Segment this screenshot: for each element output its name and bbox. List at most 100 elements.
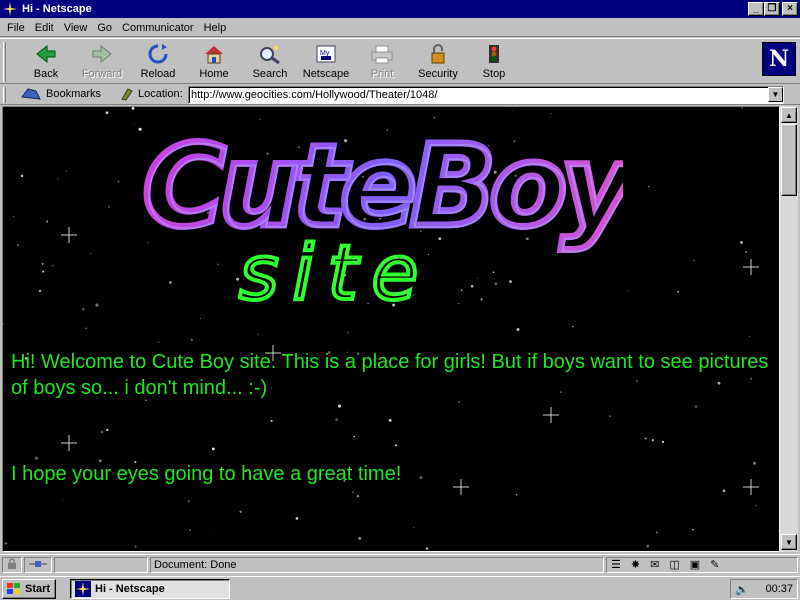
star (749, 336, 750, 337)
star (609, 415, 610, 416)
progress-indicator (54, 557, 148, 573)
star (756, 505, 757, 506)
netscape-logo-throbber[interactable]: N (762, 42, 796, 76)
search-button[interactable]: Search (242, 43, 298, 81)
location-url-field[interactable]: http://www.geocities.com/Hollywood/Theat… (188, 86, 784, 104)
star (745, 251, 747, 253)
svg-text:site: site (239, 228, 432, 307)
star (5, 542, 7, 544)
url-history-dropdown[interactable]: ▼ (768, 87, 783, 102)
star (646, 545, 649, 548)
star (258, 334, 259, 335)
star (189, 529, 190, 530)
sparkle-star (543, 407, 559, 423)
forward-button[interactable]: Forward (74, 43, 130, 81)
vertical-scrollbar[interactable]: ▲ ▼ (780, 106, 798, 552)
star (42, 263, 44, 265)
star (66, 171, 67, 172)
star (82, 308, 85, 311)
star (271, 420, 273, 422)
menu-go[interactable]: Go (92, 22, 117, 34)
security-lock-status[interactable] (2, 557, 22, 573)
online-status[interactable] (24, 557, 52, 573)
composer-pen-icon[interactable]: ✎ (710, 558, 719, 572)
maximize-button[interactable]: ❐ (764, 2, 780, 16)
mail-component-icon[interactable]: ✉ (650, 558, 659, 572)
navigator-star-icon[interactable]: ✸ (631, 558, 640, 572)
menu-edit[interactable]: Edit (30, 22, 59, 34)
scroll-thumb[interactable] (781, 124, 797, 196)
back-arrow-icon (33, 43, 59, 65)
star (108, 206, 110, 208)
minimize-button[interactable]: _ (748, 2, 764, 16)
star (90, 253, 91, 254)
star (135, 546, 137, 548)
component-bar: ☰ ✸ ✉ ◫ ▣ ✎ (606, 557, 798, 573)
navigator-component-icon[interactable]: ☰ (611, 558, 621, 572)
star (723, 489, 726, 492)
star (627, 290, 628, 291)
page-proxy-icon[interactable] (120, 87, 134, 101)
clock[interactable]: 00:37 (765, 583, 793, 595)
star (42, 271, 44, 273)
window-title: Hi - Netscape (22, 3, 92, 15)
star (132, 107, 135, 110)
bookmarks-button[interactable]: Bookmarks (20, 87, 101, 101)
close-button[interactable]: × (782, 2, 798, 16)
star (358, 537, 361, 540)
security-button[interactable]: Security (410, 43, 466, 81)
sparkle-star (61, 227, 77, 243)
back-button[interactable]: Back (18, 43, 74, 81)
bookmarks-label: Bookmarks (46, 88, 101, 100)
browser-window: Hi - Netscape _ ❐ × File Edit View Go Co… (0, 0, 800, 576)
my-netscape-button[interactable]: My Netscape (298, 43, 354, 81)
status-text: Document: Done (150, 557, 604, 573)
start-button[interactable]: Start (2, 579, 56, 599)
star (210, 533, 211, 534)
discussions-component-icon[interactable]: ◫ (669, 558, 679, 572)
star (338, 405, 341, 408)
star (353, 436, 355, 438)
menu-view[interactable]: View (59, 22, 93, 34)
location-toolbar-grip[interactable] (3, 87, 6, 103)
star (740, 241, 743, 244)
star (296, 517, 299, 520)
scroll-up-button[interactable]: ▲ (781, 107, 797, 123)
star (572, 326, 573, 327)
volume-speaker-icon[interactable]: 🔈 (735, 583, 749, 596)
network-plug-icon (28, 558, 48, 570)
print-button[interactable]: Print (354, 43, 410, 81)
star (656, 532, 658, 534)
star (239, 511, 241, 513)
menu-file[interactable]: File (2, 22, 30, 34)
windows-logo-icon (6, 582, 22, 596)
lock-status-icon (6, 558, 18, 570)
composer-component-icon[interactable]: ▣ (690, 558, 700, 572)
task-label: Hi - Netscape (95, 583, 165, 595)
star (191, 339, 193, 341)
reload-icon (145, 43, 171, 65)
star (517, 328, 520, 331)
star (139, 128, 142, 131)
printer-icon (369, 43, 395, 65)
stop-button[interactable]: Stop (466, 43, 522, 81)
star (741, 107, 743, 109)
bookmarks-icon (20, 87, 42, 101)
menu-communicator[interactable]: Communicator (117, 22, 199, 34)
location-label: Location: (138, 88, 183, 100)
taskbar-netscape-task[interactable]: Hi - Netscape (70, 579, 230, 599)
star (395, 444, 397, 446)
toolbar-grip[interactable] (3, 42, 6, 82)
system-tray: 🔈 00:37 (730, 579, 798, 599)
home-button[interactable]: Home (186, 43, 242, 81)
star (118, 181, 119, 182)
reload-button[interactable]: Reload (130, 43, 186, 81)
star (693, 260, 694, 261)
title-bar[interactable]: Hi - Netscape _ ❐ × (0, 0, 800, 18)
page-content: CuteBoy CuteBoy site Hi! Welcome to Cute… (2, 106, 780, 552)
search-icon (257, 43, 283, 65)
scroll-down-button[interactable]: ▼ (781, 534, 797, 550)
padlock-icon (425, 43, 451, 65)
menu-help[interactable]: Help (199, 22, 232, 34)
star (335, 418, 338, 421)
